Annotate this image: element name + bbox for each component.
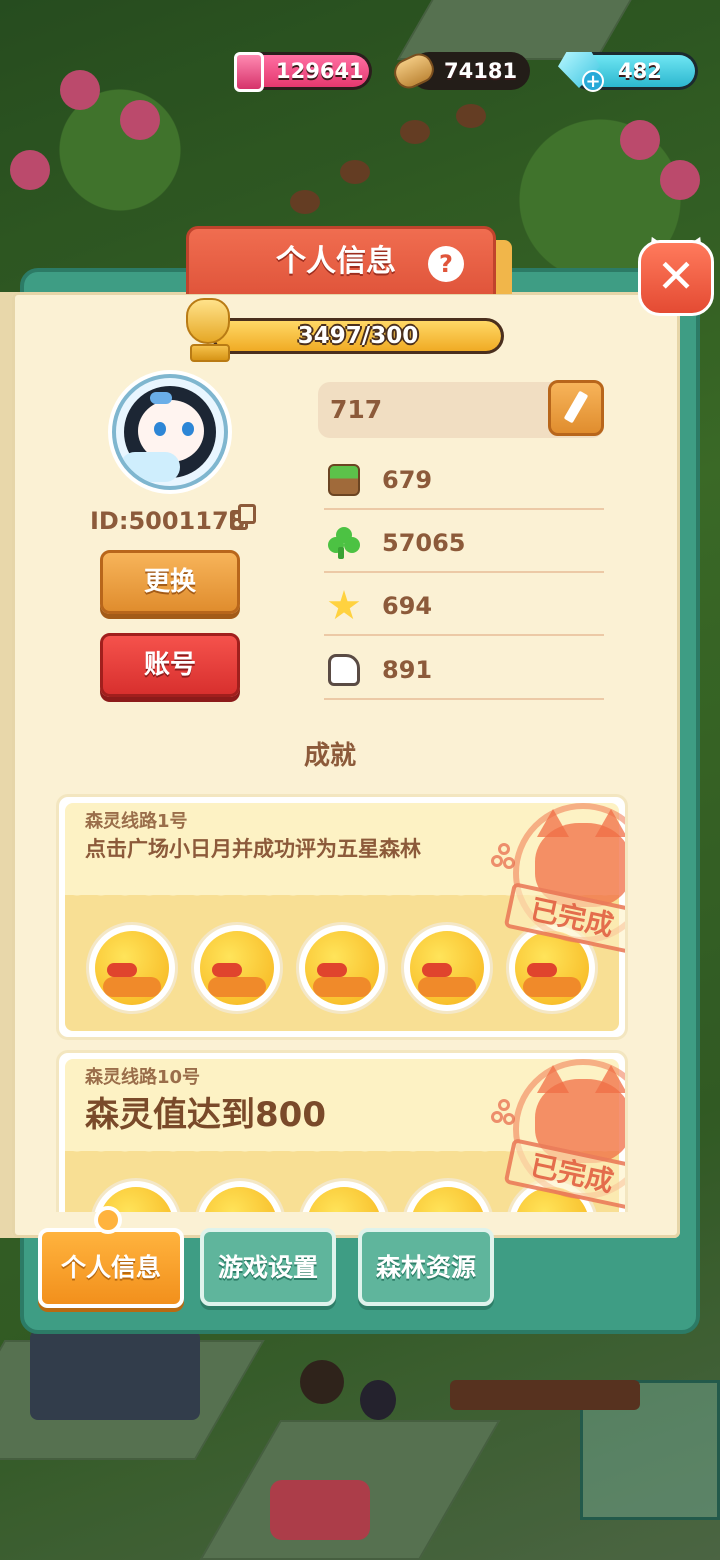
achievement-description: 点击广场小日月并成功评为五星森林: [85, 837, 421, 861]
panel-title: 个人信息: [276, 244, 396, 279]
clover-icon: [328, 527, 360, 559]
achievements-heading: 成就: [304, 741, 357, 771]
add-gems-button[interactable]: +: [582, 70, 604, 92]
stat-value: 891: [382, 656, 433, 684]
achievement-list[interactable]: 森灵线路1号 点击广场小日月并成功评为五星森林 已完成 森灵线路10号 森灵值达…: [56, 794, 628, 1212]
achievement-card[interactable]: 森灵线路10号 森灵值达到800 已完成: [56, 1050, 628, 1212]
achievement-card[interactable]: 森灵线路1号 点击广场小日月并成功评为五星森林 已完成: [56, 794, 628, 1040]
level-progress-text: 3497/300: [297, 323, 419, 349]
chick-reward-icon: [404, 925, 490, 1011]
stat-value: 694: [382, 592, 433, 620]
edit-name-button[interactable]: [548, 380, 604, 436]
chick-reward-icon: [194, 925, 280, 1011]
achievement-subtitle: 森灵线路10号: [85, 1067, 201, 1088]
thumbs-up-icon: [328, 654, 360, 686]
active-tab-pin: [94, 1206, 122, 1234]
stat-row-likes: 891: [324, 640, 604, 700]
account-button[interactable]: 账号: [100, 633, 240, 697]
close-button[interactable]: ✕: [638, 240, 714, 316]
ink-amount: 129641: [276, 59, 364, 83]
wood-amount: 74181: [444, 59, 518, 83]
help-icon[interactable]: ?: [428, 246, 464, 282]
completed-stamp: 已完成: [491, 803, 625, 963]
chick-reward-icon: [89, 925, 175, 1011]
stat-row-grass: 679: [324, 450, 604, 510]
gem-amount: 482: [618, 59, 662, 83]
ink-bottle-icon: [234, 52, 264, 92]
star-icon: [328, 590, 360, 620]
grass-block-icon: [328, 464, 360, 496]
avatar[interactable]: [112, 374, 228, 490]
achievement-subtitle: 森灵线路1号: [85, 811, 188, 832]
trophy-icon: [180, 298, 234, 364]
completed-stamp: 已完成: [491, 1059, 625, 1212]
user-id: ID:5001178: [90, 507, 246, 535]
pencil-icon: [563, 390, 589, 424]
stat-value: 57065: [382, 529, 466, 557]
tab-profile[interactable]: 个人信息: [38, 1228, 184, 1308]
stat-value: 679: [382, 466, 433, 494]
tab-game-settings[interactable]: 游戏设置: [200, 1228, 336, 1306]
change-avatar-button[interactable]: 更换: [100, 550, 240, 614]
tab-forest-resources[interactable]: 森林资源: [358, 1228, 494, 1306]
player-name: 717: [330, 395, 383, 424]
copy-icon[interactable]: [230, 504, 258, 532]
stat-row-star: 694: [324, 576, 604, 636]
achievement-description: 森灵值达到800: [85, 1095, 326, 1135]
chick-reward-icon: [299, 925, 385, 1011]
stat-row-clover: 57065: [324, 513, 604, 573]
